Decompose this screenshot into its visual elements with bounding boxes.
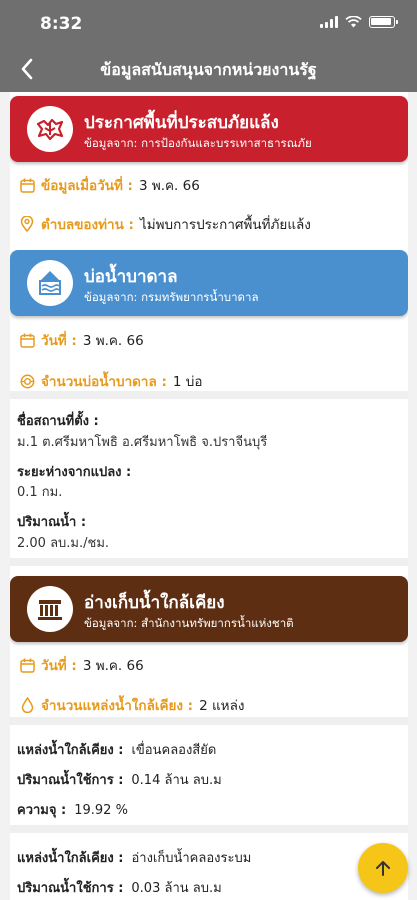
reservoir-banner[interactable]: อ่างเก็บน้ำใกล้เคียง ข้อมูลจาก: สำนักงาน… bbox=[10, 576, 408, 642]
screen: 8:32 ข้อมูลสนับสนุนจากหน่วยงานรัฐ ประกาศ… bbox=[0, 0, 417, 900]
status-icons bbox=[320, 16, 398, 28]
reservoir-date-row: วันที่ : 3 พ.ค. 66 bbox=[19, 654, 144, 676]
groundwater-banner[interactable]: บ่อน้ำบาดาล ข้อมูลจาก: กรมทรัพยากรน้ำบาด… bbox=[10, 250, 408, 316]
reservoir-item-source-label: แหล่งน้ำใกล้เคียง : bbox=[17, 851, 124, 866]
reservoir-item-usable-value: 0.14 ล้าน ลบ.ม bbox=[131, 773, 222, 788]
divider bbox=[10, 717, 408, 725]
groundwater-title: บ่อน้ำบาดาล bbox=[84, 267, 178, 287]
drought-subdistrict-label: ตำบลของท่าน : bbox=[41, 217, 134, 233]
reservoir-count-label: จำนวนแหล่งน้ำใกล้เคียง : bbox=[41, 698, 194, 714]
signal-icon bbox=[320, 16, 338, 28]
drought-date-value: 3 พ.ค. 66 bbox=[138, 178, 200, 194]
status-bar: 8:32 bbox=[0, 0, 417, 48]
calendar-icon bbox=[19, 657, 35, 673]
groundwater-volume-value: 2.00 ลบ.ม./ชม. bbox=[17, 536, 110, 551]
drought-date-label: ข้อมูลเมื่อวันที่ : bbox=[41, 178, 133, 194]
content-area[interactable]: ประกาศพื้นที่ประสบภัยแล้ง ข้อมูลจาก: การ… bbox=[10, 92, 408, 900]
groundwater-count-value: 1 บ่อ bbox=[172, 374, 203, 390]
groundwater-count-row: จำนวนบ่อน้ำบาดาล : 1 บ่อ bbox=[19, 370, 202, 392]
reservoir-item-capacity-value: 19.92 % bbox=[74, 803, 128, 818]
divider bbox=[10, 391, 408, 399]
reservoir-item-usable-value: 0.03 ล้าน ลบ.ม bbox=[131, 881, 222, 896]
reservoir-count-value: 2 แหล่ง bbox=[199, 698, 245, 714]
well-count-icon bbox=[19, 373, 35, 389]
groundwater-distance-value: 0.1 กม. bbox=[17, 485, 63, 500]
reservoir-source: ข้อมูลจาก: สำนักงานทรัพยากรน้ำแห่งชาติ bbox=[84, 616, 294, 630]
reservoir-date-value: 3 พ.ค. 66 bbox=[82, 658, 144, 674]
drought-subdistrict-value: ไม่พบการประกาศพื้นที่ภัยแล้ง bbox=[139, 217, 311, 233]
reservoir-item: แหล่งน้ำใกล้เคียง : เขื่อนคลองสียัด bbox=[17, 739, 216, 760]
groundwater-date-row: วันที่ : 3 พ.ค. 66 bbox=[19, 329, 144, 351]
divider bbox=[10, 825, 408, 833]
calendar-icon bbox=[19, 177, 35, 193]
reservoir-item-usable-label: ปริมาณน้ำใช้การ : bbox=[17, 773, 124, 788]
reservoir-item: ปริมาณน้ำใช้การ : 0.03 ล้าน ลบ.ม bbox=[17, 877, 222, 898]
reservoir-count-row: จำนวนแหล่งน้ำใกล้เคียง : 2 แหล่ง bbox=[19, 694, 244, 716]
reservoir-item-capacity-label: ความจุ : bbox=[17, 803, 67, 818]
scroll-to-top-button[interactable] bbox=[358, 843, 408, 893]
groundwater-distance-label: ระยะห่างจากแปลง : bbox=[17, 465, 132, 480]
battery-icon bbox=[369, 16, 398, 28]
groundwater-date-value: 3 พ.ค. 66 bbox=[82, 333, 144, 349]
app-bar: 8:32 ข้อมูลสนับสนุนจากหน่วยงานรัฐ bbox=[0, 0, 417, 92]
reservoir-item: แหล่งน้ำใกล้เคียง : อ่างเก็บน้ำคลองระบม bbox=[17, 847, 251, 868]
groundwater-location-value: ม.1 ต.ศรีมหาโพธิ อ.ศรีมหาโพธิ จ.ปราจีนบุ… bbox=[17, 435, 268, 450]
groundwater-count-label: จำนวนบ่อน้ำบาดาล : bbox=[41, 374, 167, 390]
drought-source: ข้อมูลจาก: การป้องกันและบรรเทาสาธารณภัย bbox=[84, 136, 312, 150]
reservoir-title: อ่างเก็บน้ำใกล้เคียง bbox=[84, 593, 225, 613]
reservoir-item: ความจุ : 19.92 % bbox=[17, 799, 128, 820]
groundwater-location-label: ชื่อสถานที่ตั้ง : bbox=[17, 414, 99, 429]
groundwater-source: ข้อมูลจาก: กรมทรัพยากรน้ำบาดาล bbox=[84, 290, 259, 304]
water-drop-icon bbox=[19, 697, 35, 713]
page-title: ข้อมูลสนับสนุนจากหน่วยงานรัฐ bbox=[100, 60, 317, 79]
drought-banner[interactable]: ประกาศพื้นที่ประสบภัยแล้ง ข้อมูลจาก: การ… bbox=[10, 96, 408, 162]
reservoir-item: ปริมาณน้ำใช้การ : 0.14 ล้าน ลบ.ม bbox=[17, 769, 222, 790]
status-time: 8:32 bbox=[40, 14, 83, 34]
reservoir-item-usable-label: ปริมาณน้ำใช้การ : bbox=[17, 881, 124, 896]
well-icon bbox=[27, 260, 73, 306]
reservoir-item-source-label: แหล่งน้ำใกล้เคียง : bbox=[17, 743, 124, 758]
reservoir-item-source-value: เขื่อนคลองสียัด bbox=[131, 743, 217, 758]
arrow-up-icon bbox=[376, 861, 390, 876]
reservoir-item-source-value: อ่างเก็บน้ำคลองระบม bbox=[131, 851, 252, 866]
groundwater-date-label: วันที่ : bbox=[41, 333, 77, 349]
reservoir-date-label: วันที่ : bbox=[41, 658, 77, 674]
drought-icon bbox=[27, 106, 73, 152]
page-header: ข้อมูลสนับสนุนจากหน่วยงานรัฐ bbox=[0, 48, 417, 92]
drought-title: ประกาศพื้นที่ประสบภัยแล้ง bbox=[84, 113, 279, 133]
divider bbox=[10, 558, 408, 566]
wifi-icon bbox=[345, 16, 362, 28]
reservoir-icon bbox=[27, 586, 73, 632]
calendar-icon bbox=[19, 332, 35, 348]
groundwater-volume-label: ปริมาณน้ำ : bbox=[17, 515, 87, 530]
drought-subdistrict-row: ตำบลของท่าน : ไม่พบการประกาศพื้นที่ภัยแล… bbox=[19, 213, 311, 235]
drought-date-row: ข้อมูลเมื่อวันที่ : 3 พ.ค. 66 bbox=[19, 174, 200, 196]
location-pin-icon bbox=[19, 216, 35, 232]
